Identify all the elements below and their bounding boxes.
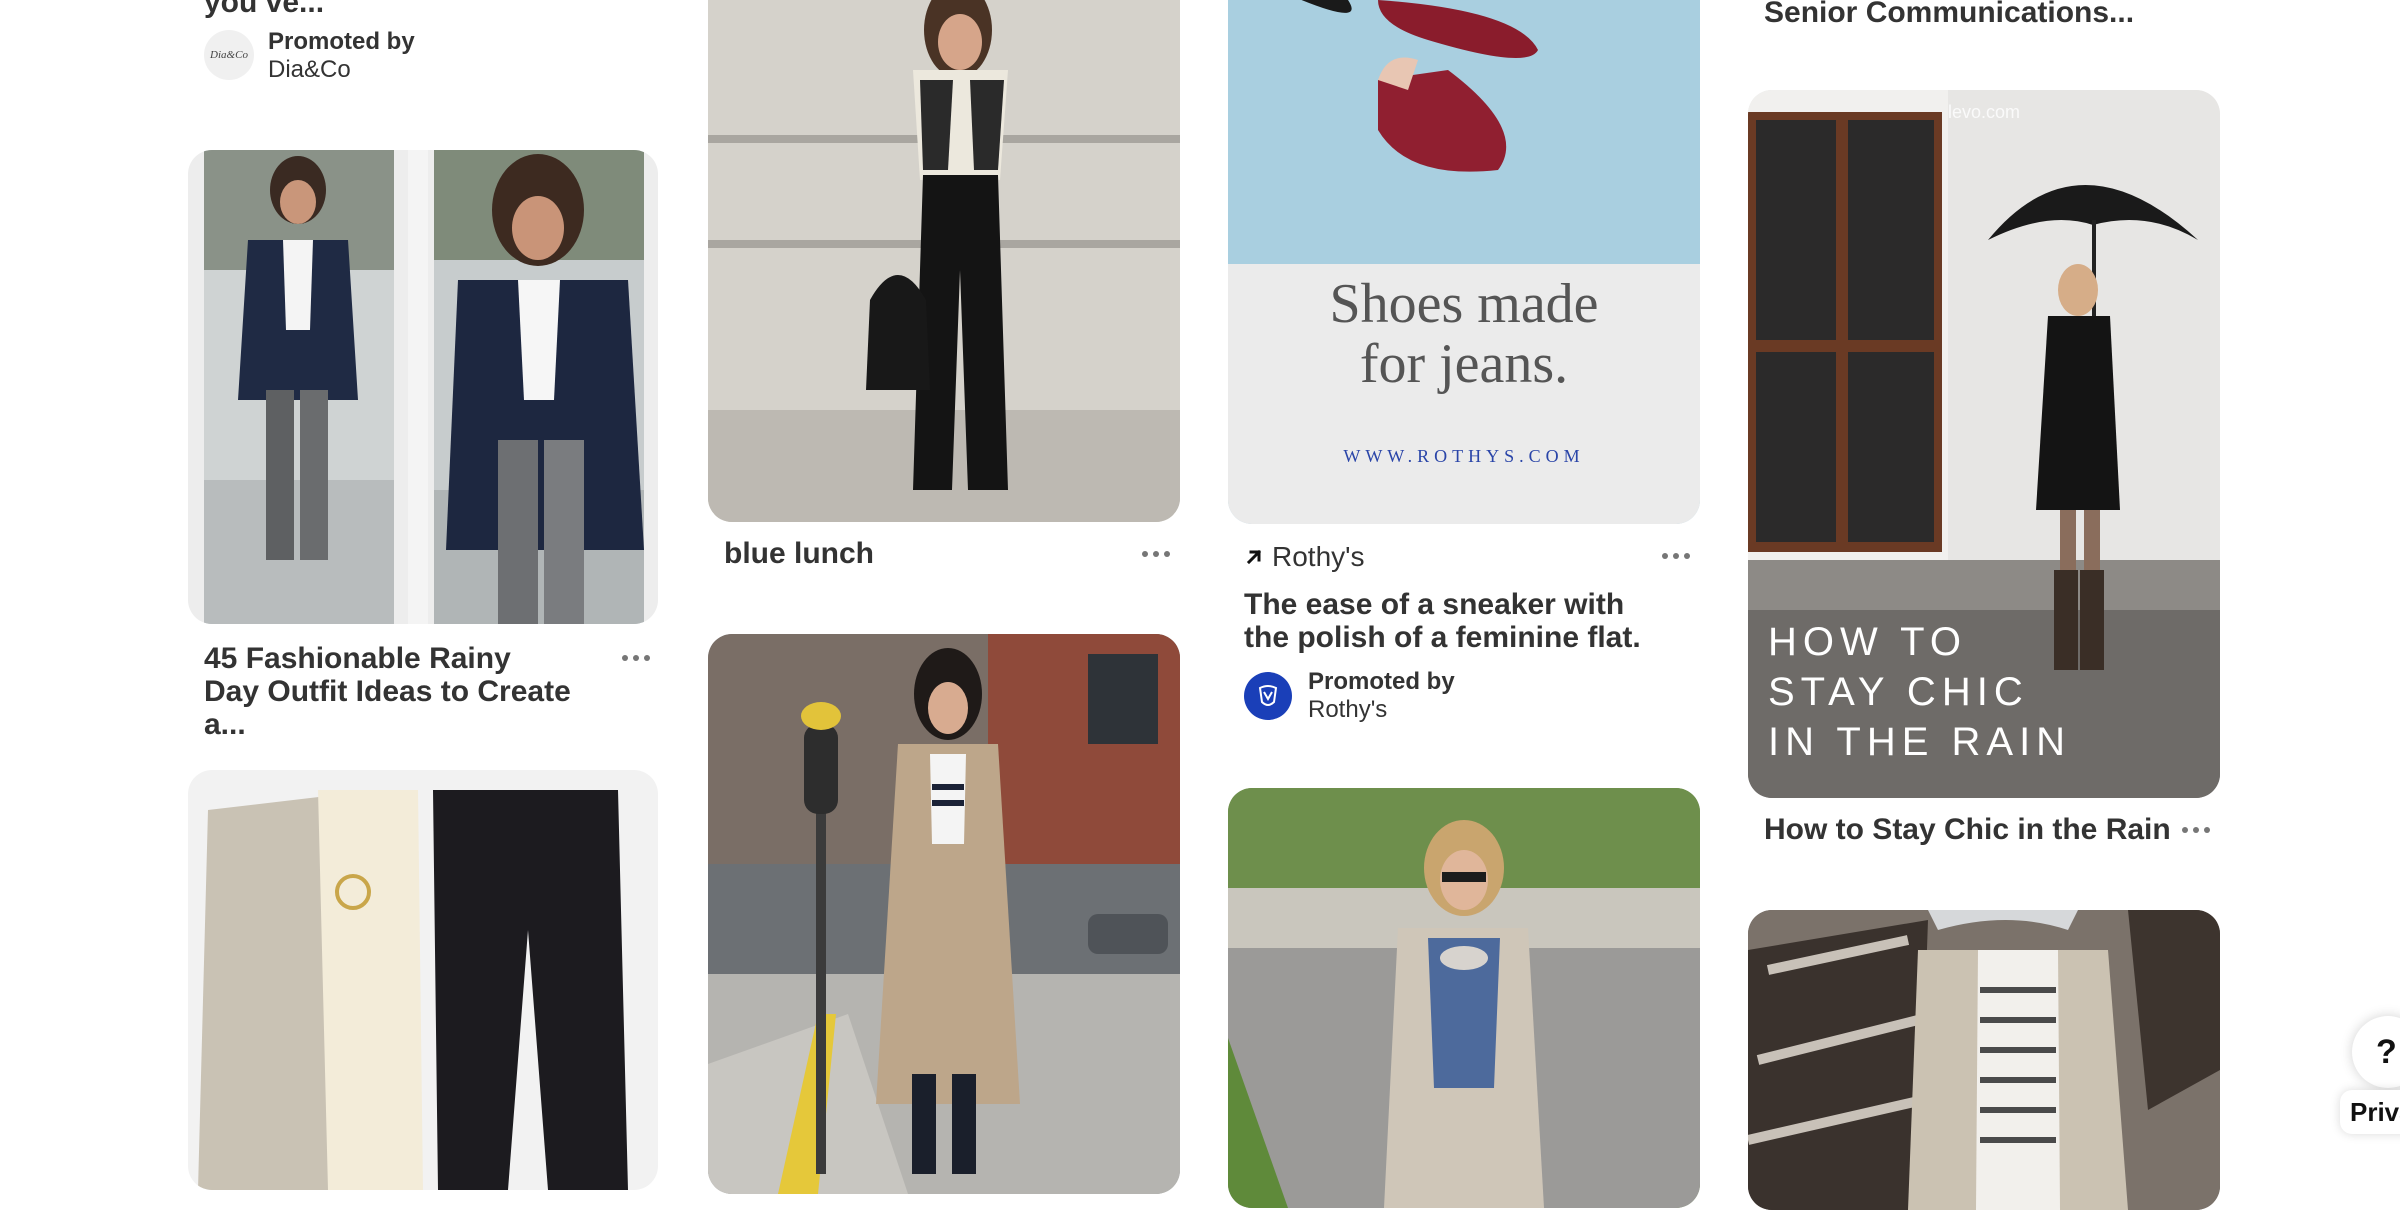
pin-image-boardwalk-cardigan[interactable] <box>1748 910 2220 1210</box>
overlay-line3: IN THE RAIN <box>1768 720 2072 764</box>
pin-image-blush-cardigan[interactable] <box>1228 788 1700 1208</box>
pin-title-truncated[interactable]: Senior Communications... <box>1764 0 2134 29</box>
privacy-label: Priva <box>2350 1096 2400 1127</box>
outbound-domain: Rothy's <box>1272 541 1365 572</box>
more-options-icon[interactable] <box>1656 544 1696 568</box>
cardigan-outfit-photo <box>198 790 628 1190</box>
pin-image-blue-lunch[interactable] <box>708 0 1180 522</box>
pin-title-blue-lunch[interactable]: blue lunch <box>724 537 874 570</box>
pin-image-rothys-ad[interactable]: Shoes made for jeans. WWW.ROTHYS.COM <box>1228 0 1700 524</box>
rothys-logo-icon[interactable] <box>1244 672 1292 720</box>
help-icon: ? <box>2376 1032 2397 1071</box>
rainy-outfit-photo <box>204 150 644 624</box>
pin-title-rothys[interactable]: The ease of a sneaker with the polish of… <box>1244 588 1644 654</box>
ad-url: WWW.ROTHYS.COM <box>1343 446 1585 466</box>
pin-image-stay-chic-rain[interactable]: levo.com HOW TO STAY CHIC IN THE RAIN <box>1748 90 2220 798</box>
promoted-by-block[interactable]: Dia&Co Promoted by Dia&Co <box>204 28 504 84</box>
more-options-icon[interactable] <box>2176 818 2216 842</box>
blue-lunch-photo <box>708 0 1180 522</box>
outbound-link[interactable]: Rothy's <box>1244 540 1365 574</box>
dia-co-avatar[interactable]: Dia&Co <box>204 30 254 80</box>
blonde-cardigan-photo <box>1228 788 1700 1208</box>
privacy-button[interactable]: Priva <box>2340 1090 2400 1134</box>
rothys-emblem <box>1258 685 1278 706</box>
overlay-line1: HOW TO <box>1768 620 1967 664</box>
pin-title-stay-chic[interactable]: How to Stay Chic in the Rain <box>1764 813 2171 846</box>
pin-image-cardigan-outfit[interactable] <box>188 770 658 1190</box>
help-button[interactable]: ? <box>2352 1016 2400 1088</box>
boardwalk-photo <box>1748 910 2220 1210</box>
advertiser-name[interactable]: Dia&Co <box>268 56 351 84</box>
pin-title-rainy-day[interactable]: 45 Fashionable Rainy Day Outfit Ideas to… <box>204 642 574 741</box>
pin-image-rainy-day-outfit[interactable] <box>188 150 658 624</box>
outbound-arrow-icon <box>1246 549 1262 565</box>
pin-image-trench-coat-street[interactable] <box>708 634 1180 1194</box>
avatar-text: Dia&Co <box>210 49 248 61</box>
ad-headline-line1: Shoes made <box>1329 273 1599 335</box>
more-options-icon[interactable] <box>1136 542 1176 566</box>
advertiser-name[interactable]: Rothy's <box>1308 696 1387 724</box>
pin-title-truncated[interactable]: you ve... <box>204 0 324 19</box>
promoted-by-block[interactable]: Promoted by Rothy's <box>1244 668 1544 724</box>
ad-headline-line2: for jeans. <box>1359 333 1569 395</box>
image-watermark: levo.com <box>1947 102 2021 122</box>
overlay-line2: STAY CHIC <box>1768 670 2029 714</box>
more-options-icon[interactable] <box>616 646 656 670</box>
promoted-label: Promoted by <box>1308 668 1455 695</box>
trench-coat-photo <box>708 634 1180 1194</box>
promoted-label: Promoted by <box>268 28 415 55</box>
